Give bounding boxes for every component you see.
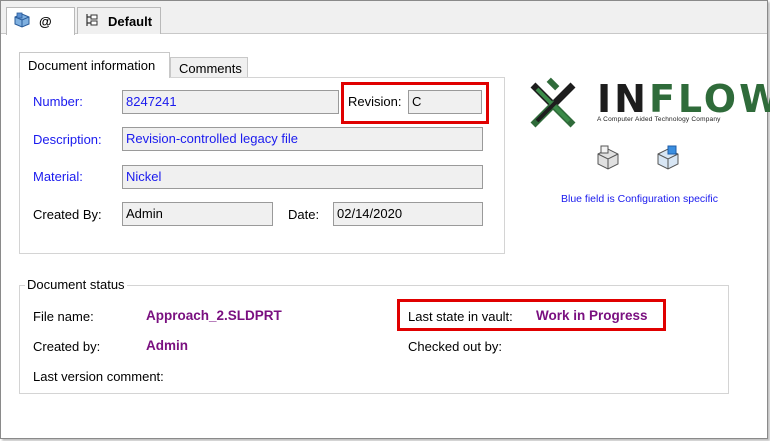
tab-default-config[interactable]: Default — [77, 7, 161, 34]
file-name-value: Approach_2.SLDPRT — [146, 308, 282, 323]
status-created-by-value: Admin — [146, 338, 188, 353]
revision-label: Revision: — [348, 94, 402, 109]
created-by-field[interactable]: Admin — [122, 202, 273, 226]
inflow-logo-text-flow: FLOW — [648, 77, 770, 121]
tab-document-information[interactable]: Document information — [19, 52, 170, 78]
revision-field[interactable]: C — [408, 90, 482, 114]
last-state-value: Work in Progress — [536, 308, 648, 323]
material-field[interactable]: Nickel — [122, 165, 483, 189]
tab-at-label: @ — [39, 14, 52, 29]
document-status-title: Document status — [25, 277, 127, 292]
description-field[interactable]: Revision-controlled legacy file — [122, 127, 483, 151]
configuration-tab-bar: @ Default — [1, 1, 767, 35]
status-created-by-label: Created by: — [33, 339, 101, 354]
inflow-tagline: A Computer Aided Technology Company — [597, 116, 721, 123]
tab-document-information-label: Document information — [28, 58, 156, 73]
date-label: Date: — [288, 207, 320, 222]
datacard-window: @ Default Document information Comments … — [0, 0, 770, 439]
configuration-specific-note: Blue field is Configuration specific — [561, 193, 718, 205]
date-field[interactable]: 02/14/2020 — [333, 202, 483, 226]
number-field[interactable]: 8247241 — [122, 90, 339, 114]
description-label: Description: — [33, 132, 102, 147]
part-cube-icon — [13, 11, 31, 32]
tab-comments[interactable]: Comments — [170, 57, 248, 78]
inflow-logo-text-in: IN — [597, 77, 649, 121]
part-gray-icon — [597, 145, 619, 170]
number-label: Number: — [33, 94, 83, 109]
part-blue-icon — [657, 145, 679, 170]
file-name-label: File name: — [33, 309, 94, 324]
material-label: Material: — [33, 169, 83, 184]
configuration-tree-icon — [84, 12, 100, 31]
inflow-logo-text: INFLOW — [597, 80, 770, 118]
created-by-label: Created By: — [33, 207, 102, 222]
last-version-comment-label: Last version comment: — [33, 369, 164, 384]
tab-at-config[interactable]: @ — [6, 7, 75, 35]
checked-out-by-label: Checked out by: — [408, 339, 502, 354]
tab-default-label: Default — [108, 13, 153, 29]
tab-comments-label: Comments — [179, 60, 242, 76]
last-state-label: Last state in vault: — [408, 309, 513, 324]
